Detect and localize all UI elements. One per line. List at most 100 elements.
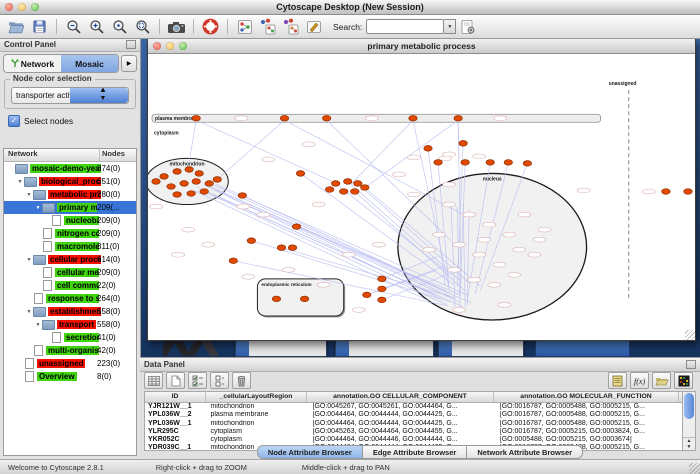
zoom-selected-icon[interactable] [110, 17, 129, 36]
table-cell[interactable]: cytoplasm [207, 428, 309, 436]
graph-node-label[interactable] [503, 232, 516, 237]
tree-row[interactable]: unassigned223(0) [4, 357, 136, 370]
table-cell[interactable]: [GO:0016787, GO:0005215, GO:0003824, G..… [497, 428, 682, 436]
graph-node[interactable] [167, 184, 175, 190]
graph-node[interactable] [424, 146, 432, 152]
save-icon[interactable] [30, 17, 49, 36]
graph-node[interactable] [173, 169, 181, 175]
tab-network[interactable]: Network [4, 55, 61, 72]
graph-node[interactable] [205, 181, 213, 187]
graph-node-label[interactable] [518, 212, 531, 217]
select-nodes-checkbox[interactable]: ✓ [8, 115, 20, 127]
graph-node[interactable] [238, 193, 246, 199]
window-resize-grip[interactable] [685, 330, 695, 340]
tree-row[interactable]: ▼biological_process651(0) [4, 175, 136, 188]
scrollbar-thumb[interactable] [684, 393, 694, 419]
graph-node[interactable] [173, 192, 181, 198]
browser-tab[interactable]: Edge Attribute Browser [363, 445, 467, 459]
table-column-header[interactable]: annotation.GO MOLECULAR_FUNCTION [494, 392, 679, 402]
more-tabs-button[interactable]: ▶ [121, 55, 137, 72]
graph-node-label[interactable] [528, 252, 541, 257]
graph-node-label[interactable] [443, 202, 456, 207]
graph-node[interactable] [185, 167, 193, 173]
graph-node-label[interactable] [433, 232, 446, 237]
graph-edge[interactable] [284, 120, 467, 216]
expand-triangle-icon[interactable]: ▼ [34, 205, 42, 211]
graph-node[interactable] [280, 115, 288, 121]
graph-node[interactable] [247, 238, 255, 244]
graph-node-label[interactable] [202, 242, 215, 247]
graph-node-label[interactable] [352, 308, 365, 313]
graph-node[interactable] [459, 141, 467, 147]
tree-row[interactable]: nucleobase-209(0) [4, 214, 136, 227]
zoom-in-icon[interactable] [87, 17, 106, 36]
graph-node[interactable] [434, 160, 442, 166]
table-cell[interactable]: YPL036W__1 [145, 420, 207, 428]
graph-node-label[interactable] [302, 142, 315, 147]
browser-tab[interactable]: Network Attribute Browser [467, 445, 583, 459]
graph-node-label[interactable] [242, 274, 255, 279]
expand-triangle-icon[interactable]: ▼ [16, 179, 24, 185]
graph-node-label[interactable] [237, 204, 250, 209]
graph-node[interactable] [363, 292, 371, 298]
table-cell[interactable]: [GO:0016787, GO:0005488, GO:0005215, G..… [497, 403, 682, 411]
open-icon[interactable] [7, 17, 26, 36]
graph-node-label[interactable] [407, 192, 420, 197]
graph-node-label[interactable] [443, 182, 456, 187]
table-cell[interactable]: [GO:0016787, GO:0005488, GO:0005215, G..… [497, 420, 682, 428]
tree-row[interactable]: cell communicat22(0) [4, 279, 136, 292]
graph-node[interactable] [331, 181, 339, 187]
minimized-window-bar[interactable] [535, 340, 630, 357]
float-panel-icon[interactable] [686, 360, 696, 369]
graph-node-label[interactable] [392, 172, 405, 177]
graph-node-label[interactable] [508, 272, 521, 277]
graph-node[interactable] [296, 171, 304, 177]
table-row[interactable]: YPL036W__1mitochondrion[GO:0044464, GO:0… [145, 420, 682, 428]
search-options-icon[interactable] [458, 17, 477, 36]
graph-node-label[interactable] [365, 116, 378, 121]
graph-node-label[interactable] [483, 222, 496, 227]
graph-node[interactable] [378, 286, 386, 292]
graph-node-label[interactable] [513, 247, 526, 252]
table-column-header[interactable]: annotation.GO CELLULAR_COMPONENT [307, 392, 494, 402]
graph-node[interactable] [378, 276, 386, 282]
graph-node[interactable] [152, 179, 160, 185]
unselect-attributes-icon[interactable] [210, 372, 229, 389]
graph-node-label[interactable] [443, 152, 456, 157]
minimized-window[interactable] [235, 340, 327, 357]
graph-node-label[interactable] [468, 277, 481, 282]
graph-node-label[interactable] [150, 204, 163, 209]
tree-row[interactable]: macromolecule311(0) [4, 240, 136, 253]
new-network-edges-icon[interactable] [281, 17, 300, 36]
graph-node[interactable] [192, 179, 200, 185]
network-canvas[interactable]: plasma membranecytoplasmmitochondrionnuc… [148, 54, 695, 340]
graph-node[interactable] [322, 115, 330, 121]
graph-node[interactable] [662, 189, 670, 195]
graph-node-label[interactable] [235, 116, 248, 121]
graph-node-label[interactable] [488, 282, 501, 287]
table-cell[interactable]: YLR295C [145, 428, 207, 436]
graph-node-label[interactable] [182, 227, 195, 232]
graph-node-label[interactable] [494, 116, 507, 121]
attribute-editor-icon[interactable] [608, 372, 627, 389]
graph-node-label[interactable] [422, 247, 435, 252]
graph-node[interactable] [361, 185, 369, 191]
graph-node[interactable] [213, 177, 221, 183]
graph-node[interactable] [486, 160, 494, 166]
browser-tab[interactable]: Node Attribute Browser [257, 445, 363, 459]
node-color-dropdown[interactable]: transporter activity ▲▼ [11, 87, 129, 104]
graph-node-label[interactable] [533, 237, 546, 242]
zoom-out-icon[interactable] [64, 17, 83, 36]
search-dropdown-arrow[interactable]: ▼ [444, 19, 456, 34]
tree-row[interactable]: multi-organism pro42(0) [4, 344, 136, 357]
graph-node-label[interactable] [538, 227, 551, 232]
table-row[interactable]: YPL036W__2plasma membrane[GO:0044464, GO… [145, 411, 682, 419]
tree-row[interactable]: cellular metabo209(0) [4, 266, 136, 279]
table-cell[interactable]: [GO:0016787, GO:0005488, GO:0005215, G..… [497, 411, 682, 419]
attribute-batch-icon[interactable] [144, 372, 163, 389]
expand-triangle-icon[interactable]: ▼ [25, 257, 33, 263]
tree-row[interactable]: nitrogen compo209(0) [4, 227, 136, 240]
function-builder-icon[interactable]: f(x) [630, 372, 649, 389]
graph-node-label[interactable] [448, 267, 461, 272]
delete-attribute-icon[interactable] [232, 372, 251, 389]
